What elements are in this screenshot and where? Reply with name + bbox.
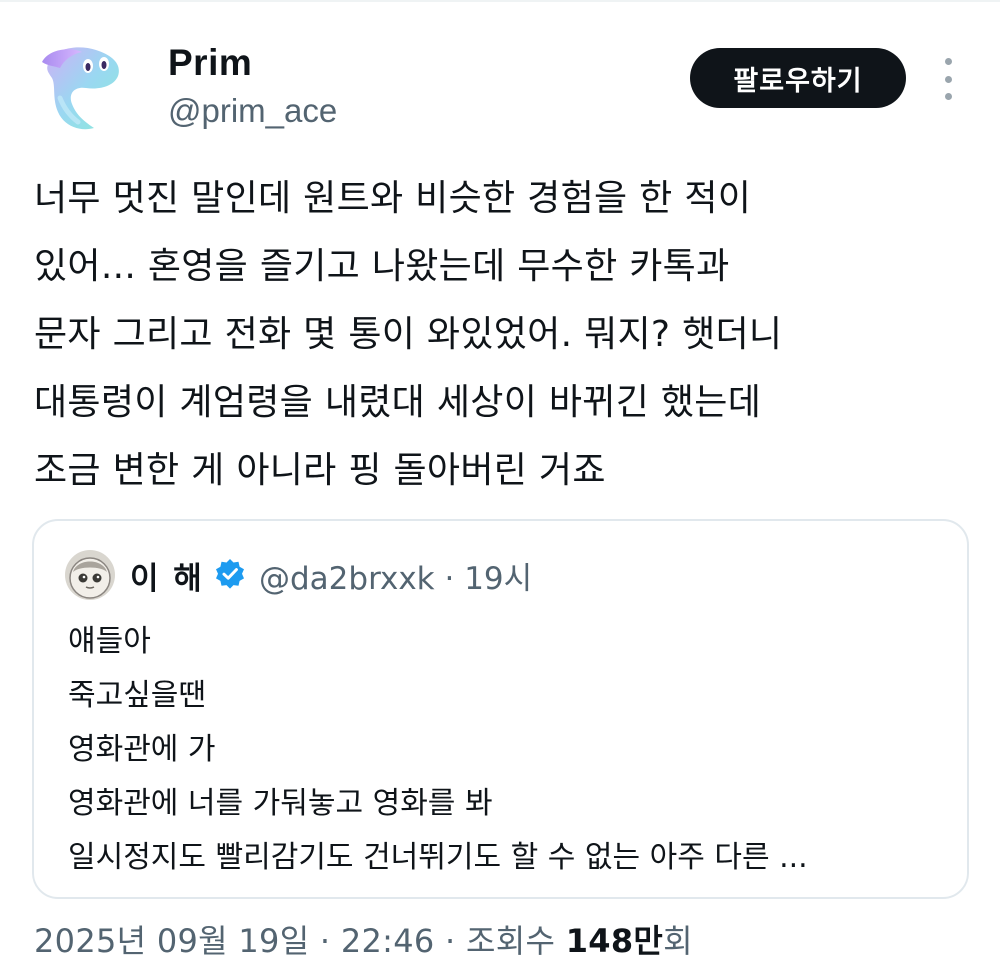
- dot: [944, 93, 952, 100]
- more-vertical-icon[interactable]: [930, 58, 966, 100]
- tweet-line: 있어... 혼영을 즐기고 나왔는데 무수한 카톡과: [34, 246, 730, 287]
- quoted-handle-time[interactable]: @da2brxxk · 19시: [259, 553, 532, 598]
- quoted-tweet-card[interactable]: 이 해 @da2brxxk · 19시 얘들아 죽고싶을땐 영화관에 가 영화관…: [32, 519, 969, 899]
- quoted-line: 영화관에 너를 가둬놓고 영화를 봐: [68, 786, 493, 821]
- views-suffix: 회: [663, 922, 693, 960]
- quoted-line: 일시정지도 빨리감기도 건너뛰기도 할 수 없는 아주 다른 ...: [68, 840, 808, 875]
- quoted-line: 얘들아: [68, 624, 151, 659]
- quoted-tweet-text: 얘들아 죽고싶을땐 영화관에 가 영화관에 너를 가둬놓고 영화를 봐 일시정지…: [68, 615, 948, 885]
- view-count: 148만: [565, 922, 664, 960]
- author-display-name[interactable]: Prim: [168, 42, 252, 84]
- verified-badge-icon: [216, 559, 244, 589]
- tweet-detail: Prim @prim_ace 팔로우하기 너무 멋진 말인데 원트와 비슷한 경…: [0, 0, 1000, 964]
- dot: [944, 58, 952, 65]
- quoted-author-avatar[interactable]: [65, 550, 115, 600]
- author-avatar[interactable]: [38, 42, 126, 138]
- face-avatar-icon: [65, 550, 115, 600]
- tweet-line: 조금 변한 게 아니라 핑 돌아버린 거죠: [34, 450, 606, 491]
- tweet-line: 문자 그리고 전화 몇 통이 와있었어. 뭐지? 햇더니: [34, 314, 783, 355]
- dot: [944, 75, 952, 83]
- quoted-line: 죽고싶을땐: [68, 678, 206, 713]
- divider: [0, 0, 1000, 2]
- follow-button[interactable]: 팔로우하기: [690, 48, 906, 108]
- author-handle[interactable]: @prim_ace: [168, 92, 337, 130]
- ghost-logo-icon: [42, 47, 119, 130]
- tweet-line: 대통령이 계엄령을 내렸대 세상이 바뀌긴 했는데: [34, 382, 762, 423]
- tweet-text: 너무 멋진 말인데 원트와 비슷한 경험을 한 적이 있어... 혼영을 즐기고…: [34, 165, 974, 505]
- tweet-meta: 2025년 09월 19일 · 22:46 · 조회수 148만회: [34, 916, 693, 962]
- date-time[interactable]: 2025년 09월 19일 · 22:46 · 조회수: [34, 922, 566, 960]
- tweet-line: 너무 멋진 말인데 원트와 비슷한 경험을 한 적이: [34, 178, 752, 219]
- quoted-line: 영화관에 가: [68, 732, 216, 767]
- quoted-author-name[interactable]: 이 해: [130, 553, 204, 598]
